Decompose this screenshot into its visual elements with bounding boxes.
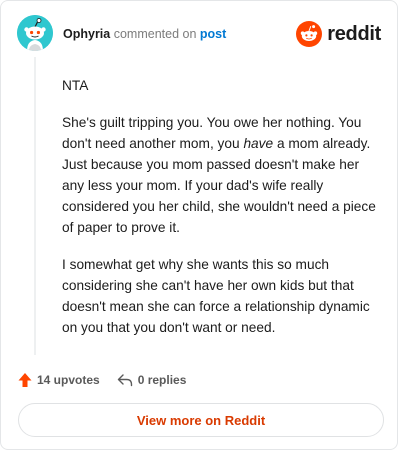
reddit-brand[interactable]: reddit <box>296 20 381 48</box>
replies-button[interactable]: 0 replies <box>117 373 187 387</box>
post-link[interactable]: post <box>200 27 226 41</box>
upvote-arrow-icon <box>18 373 32 387</box>
reddit-logo-icon <box>296 21 323 47</box>
upvote-count: 14 upvotes <box>37 373 100 387</box>
comment-actions: 14 upvotes 0 replies <box>18 370 186 390</box>
emphasized-text: have <box>243 136 274 151</box>
comment-paragraph: NTA <box>62 78 89 93</box>
upvote-button[interactable]: 14 upvotes <box>18 372 100 388</box>
thread-line[interactable] <box>34 57 36 355</box>
brand-wordmark: reddit <box>327 22 381 45</box>
comment-body: NTA She's guilt tripping you. You owe he… <box>62 75 378 354</box>
view-more-button[interactable]: View more on Reddit <box>18 403 384 437</box>
reply-arrow-icon <box>117 374 132 387</box>
embedded-comment-card: Ophyria commented on post reddit NTA She… <box>0 0 398 450</box>
snoo-avatar-icon[interactable] <box>17 15 53 51</box>
comment-paragraph: She's guilt tripping you. You owe her no… <box>62 112 378 238</box>
author-name[interactable]: Ophyria <box>63 27 110 41</box>
reply-count: 0 replies <box>137 373 187 387</box>
comment-header: Ophyria commented on post reddit <box>17 15 385 51</box>
comment-byline: Ophyria commented on post <box>63 26 226 42</box>
comment-paragraph: I somewhat get why she wants this so muc… <box>62 257 370 335</box>
byline-action-text: commented on <box>113 27 197 41</box>
